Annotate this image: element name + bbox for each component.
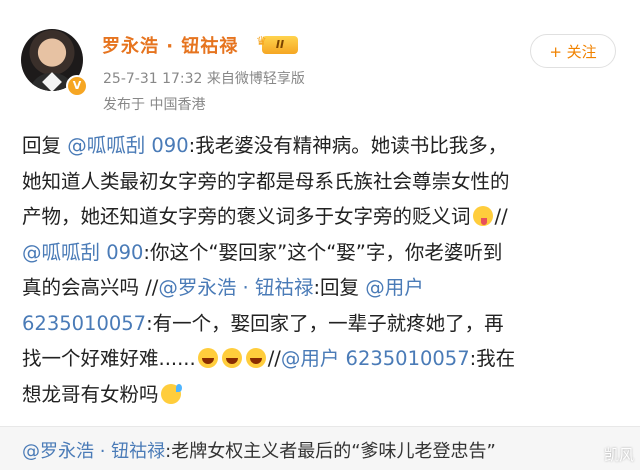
laugh-emoji-icon: [197, 348, 218, 368]
tongue-emoji-icon: [472, 206, 493, 226]
post-header: V 罗永浩 · 钮祜禄 ♛ II 25-7-31 17:32 来自微博轻享版 发布…: [0, 0, 640, 120]
post-line: 产物，她还知道女字旁的褒义词多于女字旁的贬义词 //: [22, 199, 622, 235]
sweat-emoji-icon: [160, 383, 182, 404]
post-text: :我老婆没有精神病。她读书比我多，: [188, 134, 508, 157]
post-text: //: [267, 347, 281, 370]
post-line: 回复 @呱呱刮 090:我老婆没有精神病。她读书比我多，: [22, 128, 622, 164]
mention-link[interactable]: @用户: [365, 276, 424, 299]
post-text: 回复: [22, 134, 68, 157]
mention-link[interactable]: 6235010057: [22, 312, 146, 335]
post-text: :你这个“娶回家”这个“娶”字，你老婆听到: [143, 240, 503, 264]
forward-preview-text: @罗永浩 · 钮祜禄:老牌女权主义者最后的“爹味儿老登忠告”: [22, 437, 496, 463]
crown-icon: ♛: [256, 34, 267, 48]
forward-preview[interactable]: @罗永浩 · 钮祜禄:老牌女权主义者最后的“爹味儿老登忠告” 凯风: [0, 427, 640, 470]
post-line: @呱呱刮 090:你这个“娶回家”这个“娶”字，你老婆听到: [22, 235, 622, 271]
follow-button[interactable]: + 关注: [530, 34, 616, 68]
mention-link[interactable]: @用户 6235010057: [281, 347, 470, 370]
post-line: 想龙哥有女粉吗: [22, 377, 622, 413]
post-text: :我在: [469, 347, 516, 370]
post-text: 她知道人类最初女字旁的字都是母系氏族社会尊崇女性的: [22, 169, 510, 193]
post-text: 想龙哥有女粉吗: [22, 382, 159, 406]
post-line: 真的会高兴吗 //@罗永浩 · 钮祜禄:回复 @用户: [22, 270, 622, 306]
forward-preview-rest: :老牌女权主义者最后的“爹味儿老登忠告”: [165, 441, 496, 462]
post-line: 找一个好难好难...... //@用户 6235010057:我在: [22, 341, 622, 377]
user-name[interactable]: 罗永浩 · 钮祜禄: [102, 32, 238, 58]
verified-badge-icon: V: [66, 75, 88, 97]
mention-link[interactable]: @罗永浩 · 钮祜禄: [158, 276, 313, 299]
level-badge-label: II: [275, 38, 285, 51]
post-line: 她知道人类最初女字旁的字都是母系氏族社会尊崇女性的: [22, 164, 622, 200]
laugh-emoji-icon: [221, 348, 242, 368]
laugh-emoji-icon: [245, 348, 266, 368]
post-text: :回复: [313, 276, 366, 299]
post-text: 真的会高兴吗 //: [22, 276, 159, 299]
post-text: :有一个，娶回家了，一辈子就疼她了，再: [146, 311, 504, 335]
post-body: 回复 @呱呱刮 090:我老婆没有精神病。她读书比我多， 她知道人类最初女字旁的字…: [22, 128, 622, 412]
post-line: 6235010057:有一个，娶回家了，一辈子就疼她了，再: [22, 306, 622, 342]
post-location: 发布于 中国香港: [103, 97, 206, 113]
mention-link[interactable]: @呱呱刮 090: [22, 241, 143, 264]
mention-link[interactable]: @呱呱刮 090: [67, 134, 188, 157]
level-badge[interactable]: ♛ II: [256, 34, 298, 54]
forward-mention-link[interactable]: @罗永浩 · 钮祜禄: [22, 441, 165, 462]
post-text: //: [494, 205, 508, 228]
watermark: 凯风: [603, 446, 634, 464]
post-text: 产物，她还知道女字旁的褒义词多于女字旁的贬义词: [22, 205, 471, 228]
post-timestamp-source: 25-7-31 17:32 来自微博轻享版: [103, 71, 305, 87]
post-text: 找一个好难好难......: [22, 347, 196, 370]
